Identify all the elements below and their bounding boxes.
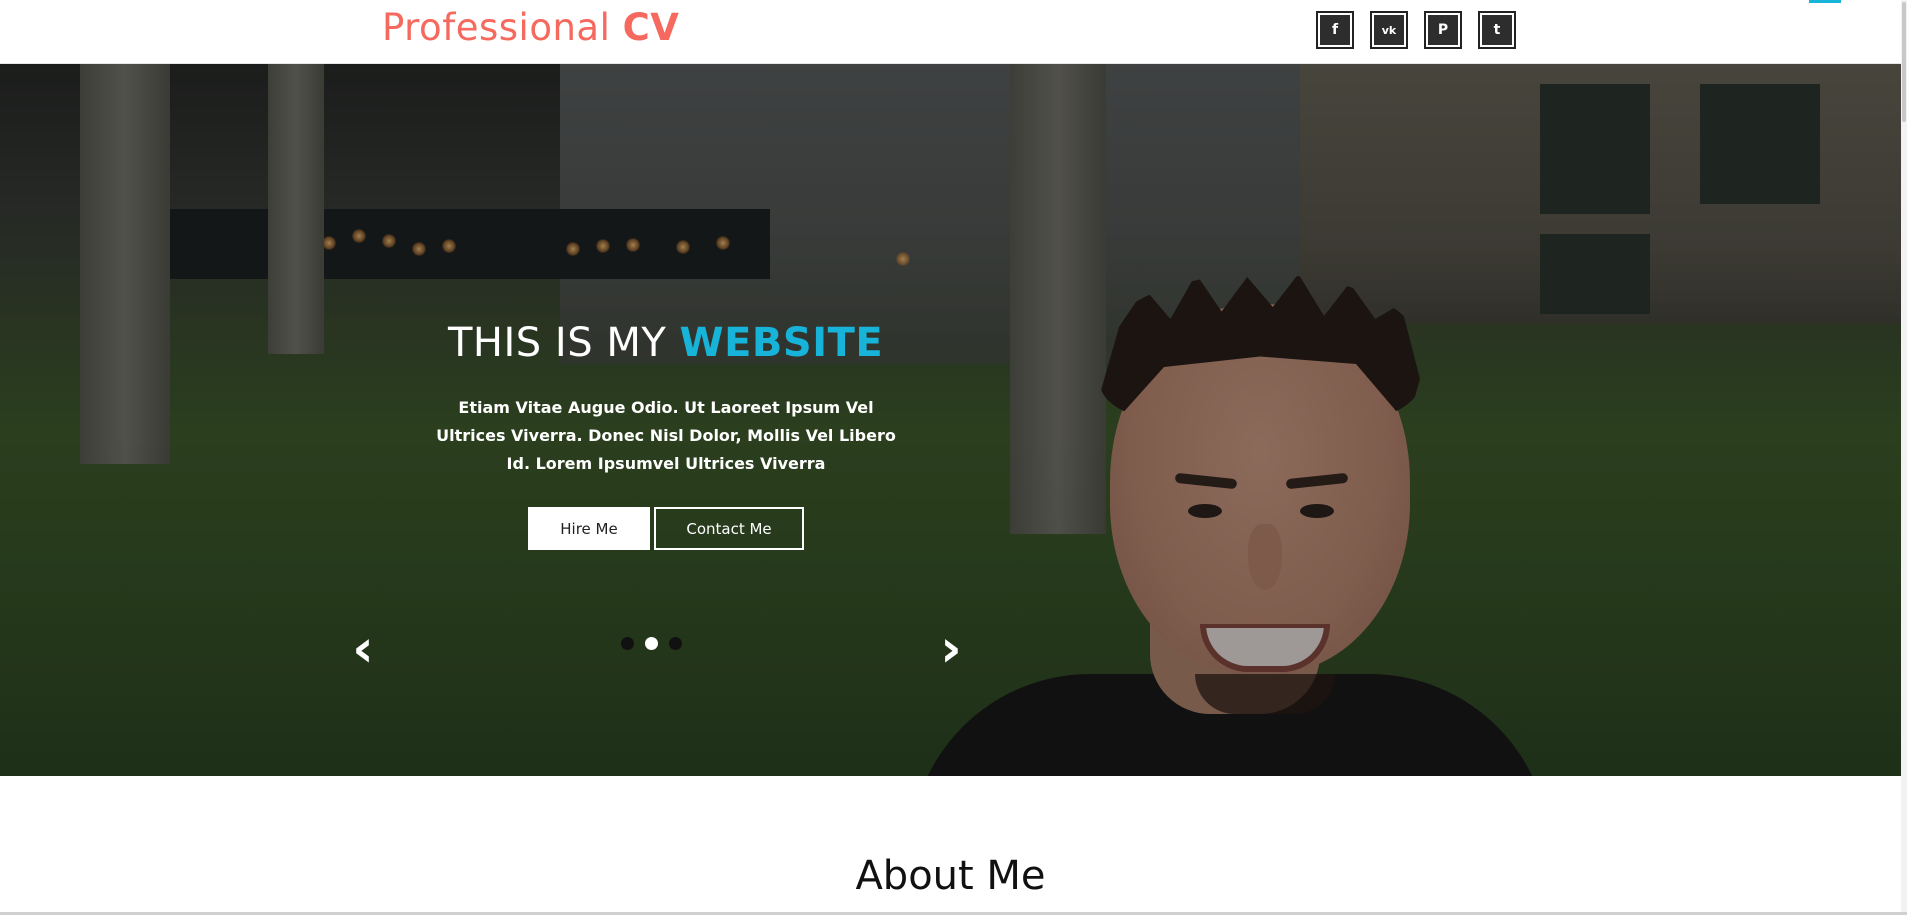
chevron-left-icon[interactable]: ‹: [343, 623, 383, 675]
logo-strong-text: CV: [622, 6, 680, 49]
menu-toggle[interactable]: [1809, 0, 1841, 3]
slider-dot[interactable]: [669, 637, 682, 650]
vk-link[interactable]: vk: [1370, 11, 1408, 49]
hero-title: THIS IS MY WEBSITE: [448, 320, 883, 366]
hero-title-plain: THIS IS MY: [448, 320, 680, 366]
slider-dot[interactable]: [621, 637, 634, 650]
logo-text: Professional: [382, 6, 611, 49]
hire-me-button[interactable]: Hire Me: [528, 507, 650, 550]
slider-dot-active[interactable]: [645, 637, 658, 650]
twitter-icon: t: [1482, 15, 1512, 45]
site-header: Professional CV f vk P t: [0, 0, 1907, 64]
site-logo[interactable]: Professional CV: [382, 6, 679, 49]
hero-description: Etiam Vitae Augue Odio. Ut Laoreet Ipsum…: [436, 398, 896, 473]
hero-title-accent: WEBSITE: [679, 320, 884, 366]
pinterest-icon: P: [1428, 15, 1458, 45]
pinterest-link[interactable]: P: [1424, 11, 1462, 49]
hero-slider: THIS IS MY WEBSITE Etiam Vitae Augue Odi…: [0, 64, 1901, 776]
twitter-link[interactable]: t: [1478, 11, 1516, 49]
slider-pagination: [621, 637, 693, 650]
page-scrollbar[interactable]: [1901, 0, 1907, 915]
contact-me-button[interactable]: Contact Me: [654, 507, 804, 550]
vk-icon: vk: [1374, 15, 1404, 45]
facebook-link[interactable]: f: [1316, 11, 1354, 49]
social-links: f vk P t: [1316, 11, 1532, 49]
chevron-right-icon[interactable]: ›: [931, 623, 971, 675]
about-heading: About Me: [855, 853, 1046, 899]
facebook-icon: f: [1320, 15, 1350, 45]
scrollbar-thumb[interactable]: [1902, 2, 1906, 122]
